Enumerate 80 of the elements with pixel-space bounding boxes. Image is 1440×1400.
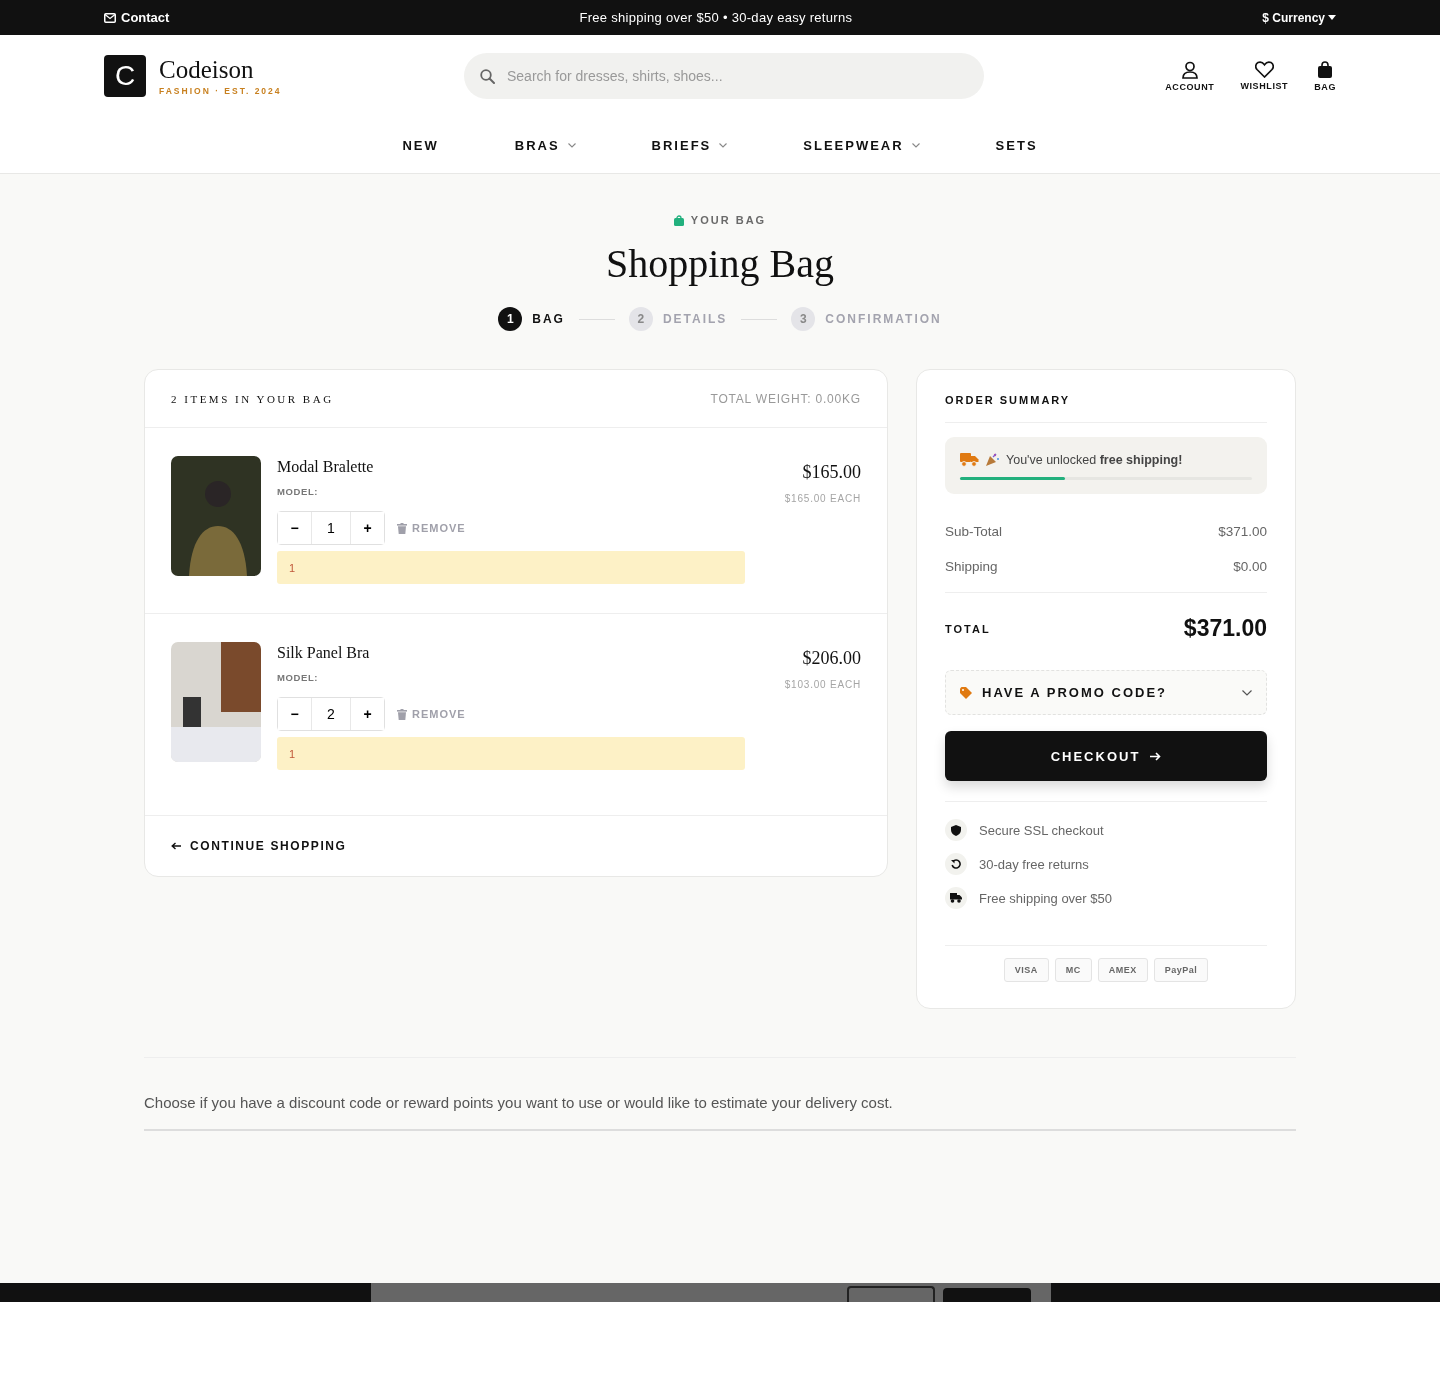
search-input[interactable]: Search for dresses, shirts, shoes... xyxy=(505,67,968,85)
summary-value: $0.00 xyxy=(1233,559,1267,574)
bag-icon xyxy=(673,214,684,226)
section-eyebrow: YOUR BAG xyxy=(690,214,767,226)
chevron-down-icon xyxy=(567,142,576,148)
header-action[interactable]: ACCOUNT xyxy=(1165,60,1215,92)
promo-code-toggle[interactable]: HAVE A PROMO CODE? xyxy=(945,670,1267,715)
step-label: CONFIRMATION xyxy=(825,312,942,326)
unit-price: $165.00 EACH xyxy=(784,493,861,504)
discount-note: Choose if you have a discount code or reward points you want to use or would like to estimate your delivery cost. xyxy=(144,1094,1296,1131)
summary-value: $371.00 xyxy=(1218,524,1267,539)
party-popper-icon xyxy=(986,453,999,466)
summary-label: Shipping xyxy=(945,559,998,574)
caret-icon xyxy=(1328,15,1336,20)
nav-item[interactable]: BRIEFS xyxy=(651,137,728,153)
arrow-right-icon xyxy=(1150,751,1162,761)
arrow-left-icon xyxy=(171,842,181,850)
tag-icon xyxy=(960,686,972,699)
total-value: $371.00 xyxy=(1183,615,1267,642)
nav-item[interactable]: SETS xyxy=(995,137,1038,153)
payment-method-badge: VISA xyxy=(1003,958,1049,982)
total-label: TOTAL xyxy=(945,622,991,635)
perk-text: Free shipping over $50 xyxy=(979,890,1112,906)
quantity-stepper[interactable]: − 2 + xyxy=(277,697,385,731)
header-action[interactable]: BAG xyxy=(1314,60,1336,92)
free-shipping-message: You've unlocked free shipping! xyxy=(1006,452,1183,467)
user-icon xyxy=(1180,60,1199,79)
header-action[interactable]: WISHLIST xyxy=(1240,61,1289,91)
payment-method-badge: AMEX xyxy=(1097,958,1148,982)
heart-icon xyxy=(1254,61,1274,78)
model-label: MODEL: xyxy=(277,672,320,683)
model-label: MODEL: xyxy=(277,486,320,497)
quantity-stepper[interactable]: − 1 + xyxy=(277,511,385,545)
product-name[interactable]: Silk Panel Bra xyxy=(277,644,769,662)
search-icon xyxy=(480,68,495,84)
truck-icon xyxy=(950,893,962,903)
step-number: 1 xyxy=(498,307,523,331)
bag-icon xyxy=(1317,60,1334,79)
logo-mark[interactable]: C xyxy=(104,55,146,97)
shield-icon xyxy=(951,824,961,836)
step-number: 2 xyxy=(628,307,653,331)
total-weight: TOTAL WEIGHT: 0.00KG xyxy=(710,391,861,406)
step-label: DETAILS xyxy=(662,312,728,326)
page-title: Shopping Bag xyxy=(605,240,835,287)
payment-method-badge: MC xyxy=(1054,958,1092,982)
quantity-field[interactable]: 1 xyxy=(311,512,351,544)
perk-text: Secure SSL checkout xyxy=(979,822,1104,838)
quantity-field[interactable]: 2 xyxy=(311,698,351,730)
summary-label: Sub-Total xyxy=(945,524,1003,539)
nav-item[interactable]: SLEEPWEAR xyxy=(803,137,920,153)
search-field[interactable]: Search for dresses, shirts, shoes... xyxy=(464,53,984,99)
nav-item[interactable]: NEW xyxy=(402,137,439,153)
trash-icon xyxy=(397,708,407,720)
currency-menu[interactable]: $ Currency xyxy=(1262,10,1336,25)
item-count: 2 ITEMS IN YOUR BAG xyxy=(171,392,334,405)
brand-tagline: FASHION · EST. 2024 xyxy=(159,85,282,96)
unit-price: $103.00 EACH xyxy=(784,679,861,690)
summary-title: ORDER SUMMARY xyxy=(945,394,1267,423)
chevron-down-icon xyxy=(719,142,728,148)
nav-item[interactable]: BRAS xyxy=(514,137,576,153)
notice-bar: 1 xyxy=(277,551,745,584)
chevron-down-icon xyxy=(911,142,920,148)
step-number: 3 xyxy=(791,307,816,331)
continue-shopping-link[interactable]: CONTINUE SHOPPING xyxy=(171,839,347,853)
step-label: BAG xyxy=(532,312,565,326)
truck-icon xyxy=(960,452,979,467)
checkout-button[interactable]: CHECKOUT xyxy=(945,731,1267,781)
payment-method-badge: PayPal xyxy=(1153,958,1209,982)
line-price: $165.00 xyxy=(802,462,861,483)
line-price: $206.00 xyxy=(802,648,861,669)
brand-name[interactable]: Codeison xyxy=(159,56,282,83)
undo-icon xyxy=(951,859,961,869)
announcement-text: Free shipping over $50 • 30-day easy returns xyxy=(579,10,853,25)
perk-text: 30-day free returns xyxy=(979,856,1089,872)
chevron-down-icon xyxy=(1242,689,1252,696)
notice-bar: 1 xyxy=(277,737,745,770)
contact-link[interactable]: Contact xyxy=(104,10,170,25)
product-name[interactable]: Modal Bralette xyxy=(277,458,769,476)
mail-icon xyxy=(104,12,116,23)
trash-icon xyxy=(397,522,407,534)
